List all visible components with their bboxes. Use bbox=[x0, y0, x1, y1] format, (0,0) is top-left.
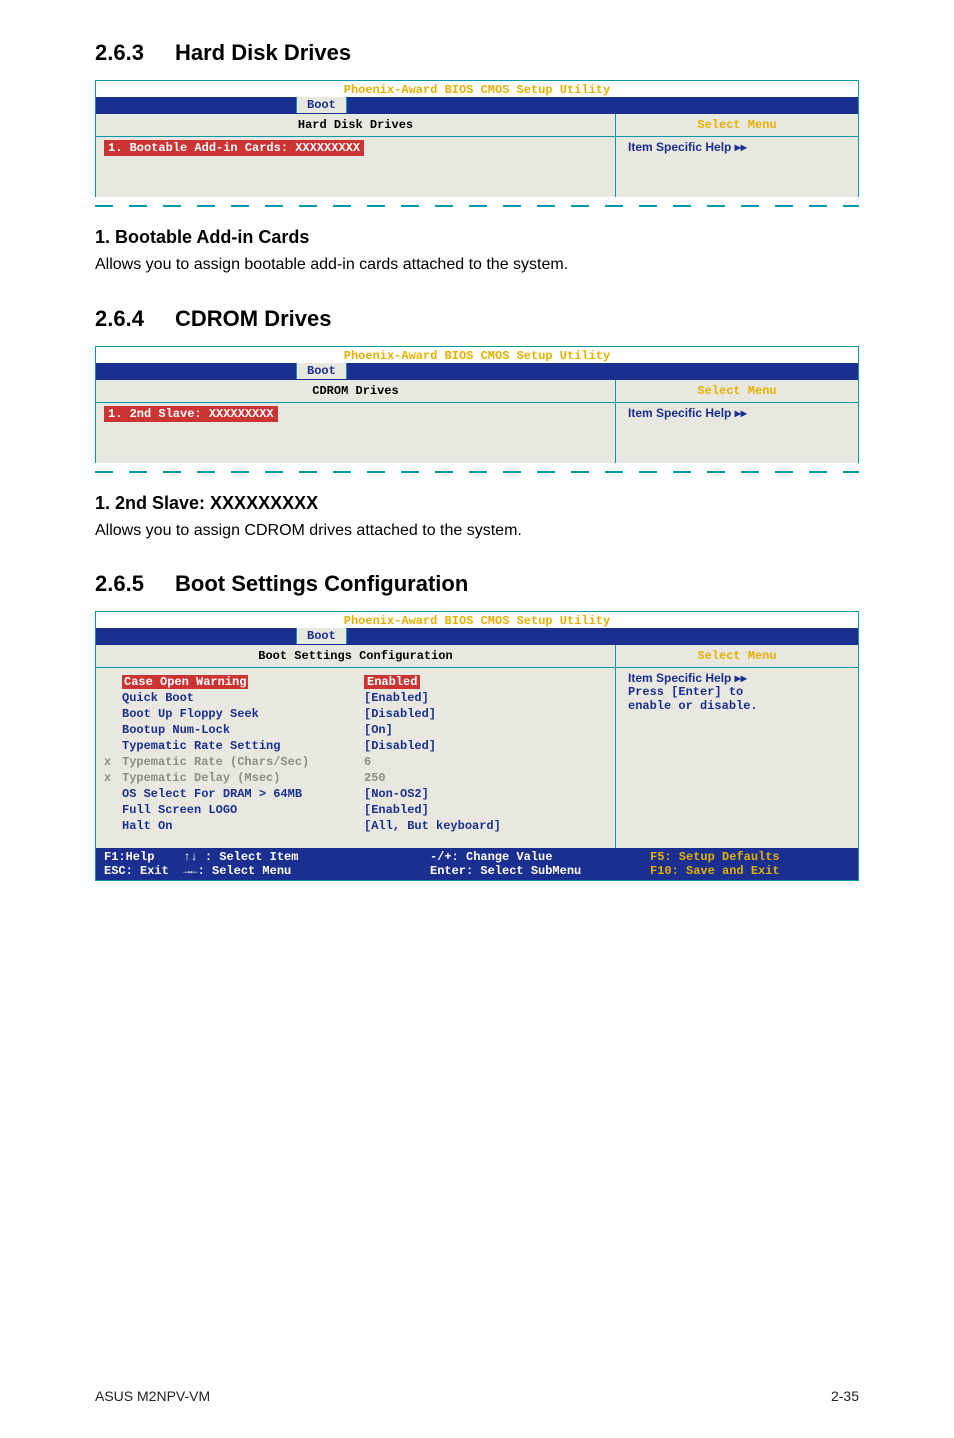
key-enter: Enter: Select SubMenu bbox=[430, 864, 650, 878]
panel-heading-right: Select Menu bbox=[616, 114, 858, 137]
bios-util-title: Phoenix-Award BIOS CMOS Setup Utility bbox=[96, 347, 858, 363]
body-paragraph: Allows you to assign bootable add-in car… bbox=[95, 254, 859, 276]
help-text-line1: Press [Enter] to bbox=[628, 685, 850, 699]
footer-right: 2-35 bbox=[831, 1388, 859, 1404]
panel-right: Item Specific Help ▸▸ bbox=[616, 137, 858, 197]
bios-panel-bootcfg: Phoenix-Award BIOS CMOS Setup Utility Bo… bbox=[95, 611, 859, 881]
bios-panel-cdrom: Phoenix-Award BIOS CMOS Setup Utility Bo… bbox=[95, 346, 859, 463]
selected-item[interactable]: 1. 2nd Slave: XXXXXXXXX bbox=[104, 406, 278, 422]
key-leftright: →←: Select Menu bbox=[183, 864, 291, 878]
bios-tab-row: Boot bbox=[96, 363, 858, 380]
section-heading-265: 2.6.5Boot Settings Configuration bbox=[95, 571, 859, 597]
setting-row[interactable]: Bootup Num-Lock[On] bbox=[104, 722, 607, 738]
setting-value: 250 bbox=[364, 771, 386, 785]
setting-label: Quick Boot bbox=[104, 691, 364, 705]
item-help-label: Item Specific Help ▸▸ bbox=[628, 140, 747, 154]
row-marker: x bbox=[104, 771, 122, 785]
page-footer: ASUS M2NPV-VM 2-35 bbox=[95, 1388, 859, 1404]
setting-label: Case Open Warning bbox=[104, 675, 364, 689]
key-esc: ESC: Exit bbox=[104, 864, 169, 878]
bios-tab-row: Boot bbox=[96, 628, 858, 645]
setting-row[interactable]: Case Open Warning Enabled bbox=[104, 674, 607, 690]
setting-row[interactable]: Quick Boot[Enabled] bbox=[104, 690, 607, 706]
panel-heading-left: Boot Settings Configuration bbox=[96, 645, 616, 668]
panel-left: 1. Bootable Add-in Cards: XXXXXXXXX bbox=[96, 137, 616, 197]
torn-edge-decoration bbox=[95, 205, 859, 215]
setting-value: [Disabled] bbox=[364, 739, 436, 753]
panel-heading-right: Select Menu bbox=[616, 380, 858, 403]
setting-value: [Enabled] bbox=[364, 691, 429, 705]
subsection-heading: 1. Bootable Add-in Cards bbox=[95, 227, 859, 248]
help-text-line2: enable or disable. bbox=[628, 699, 850, 713]
setting-value: [Non-OS2] bbox=[364, 787, 429, 801]
key-f10: F10: Save and Exit bbox=[650, 864, 850, 878]
section-number: 2.6.3 bbox=[95, 40, 175, 66]
setting-label: Full Screen LOGO bbox=[104, 803, 364, 817]
key-updown: ↑↓ : Select Item bbox=[183, 850, 298, 864]
panel-left: 1. 2nd Slave: XXXXXXXXX bbox=[96, 403, 616, 463]
setting-value: [All, But keyboard] bbox=[364, 819, 501, 833]
footer-col-mid: -/+: Change Value Enter: Select SubMenu bbox=[430, 850, 650, 878]
setting-row[interactable]: Full Screen LOGO[Enabled] bbox=[104, 802, 607, 818]
panel-heading-right: Select Menu bbox=[616, 645, 858, 668]
bios-util-title: Phoenix-Award BIOS CMOS Setup Utility bbox=[96, 81, 858, 97]
setting-value: [On] bbox=[364, 723, 393, 737]
boot-tab[interactable]: Boot bbox=[296, 363, 347, 379]
section-title: Boot Settings Configuration bbox=[175, 571, 468, 596]
setting-label: Typematic Rate Setting bbox=[104, 739, 364, 753]
key-f1: F1:Help bbox=[104, 850, 154, 864]
setting-label: xTypematic Delay (Msec) bbox=[104, 771, 364, 785]
setting-label: Halt On bbox=[104, 819, 364, 833]
setting-value: Enabled bbox=[364, 675, 420, 689]
panel-heading-left: CDROM Drives bbox=[96, 380, 616, 403]
key-change-value: -/+: Change Value bbox=[430, 850, 650, 864]
setting-row[interactable]: Halt On[All, But keyboard] bbox=[104, 818, 607, 834]
setting-row[interactable]: xTypematic Rate (Chars/Sec)6 bbox=[104, 754, 607, 770]
torn-edge-decoration bbox=[95, 471, 859, 481]
setting-value: 6 bbox=[364, 755, 371, 769]
setting-label: xTypematic Rate (Chars/Sec) bbox=[104, 755, 364, 769]
section-heading-263: 2.6.3Hard Disk Drives bbox=[95, 40, 859, 66]
section-number: 2.6.5 bbox=[95, 571, 175, 597]
section-title: CDROM Drives bbox=[175, 306, 331, 331]
setting-row[interactable]: Typematic Rate Setting[Disabled] bbox=[104, 738, 607, 754]
setting-label: OS Select For DRAM > 64MB bbox=[104, 787, 364, 801]
bios-footer: F1:Help ↑↓ : Select Item ESC: Exit →←: S… bbox=[96, 848, 858, 880]
panel-right: Item Specific Help ▸▸ bbox=[616, 403, 858, 463]
key-f5: F5: Setup Defaults bbox=[650, 850, 850, 864]
selected-item[interactable]: 1. Bootable Add-in Cards: XXXXXXXXX bbox=[104, 140, 364, 156]
footer-left: ASUS M2NPV-VM bbox=[95, 1388, 210, 1404]
setting-value: [Disabled] bbox=[364, 707, 436, 721]
setting-row[interactable]: xTypematic Delay (Msec)250 bbox=[104, 770, 607, 786]
setting-row[interactable]: Boot Up Floppy Seek[Disabled] bbox=[104, 706, 607, 722]
panel-right: Item Specific Help ▸▸ Press [Enter] to e… bbox=[616, 668, 858, 848]
section-title: Hard Disk Drives bbox=[175, 40, 351, 65]
setting-label: Bootup Num-Lock bbox=[104, 723, 364, 737]
bios-panel-hdd: Phoenix-Award BIOS CMOS Setup Utility Bo… bbox=[95, 80, 859, 197]
footer-col-right: F5: Setup Defaults F10: Save and Exit bbox=[650, 850, 850, 878]
footer-col-left: F1:Help ↑↓ : Select Item ESC: Exit →←: S… bbox=[104, 850, 430, 878]
boot-tab[interactable]: Boot bbox=[296, 628, 347, 644]
setting-label: Boot Up Floppy Seek bbox=[104, 707, 364, 721]
boot-tab[interactable]: Boot bbox=[296, 97, 347, 113]
row-marker: x bbox=[104, 755, 122, 769]
item-help-label: Item Specific Help ▸▸ bbox=[628, 671, 850, 685]
setting-value: [Enabled] bbox=[364, 803, 429, 817]
section-heading-264: 2.6.4CDROM Drives bbox=[95, 306, 859, 332]
bios-tab-row: Boot bbox=[96, 97, 858, 114]
settings-list: Case Open Warning Enabled Quick Boot[Ena… bbox=[96, 668, 616, 848]
section-number: 2.6.4 bbox=[95, 306, 175, 332]
body-paragraph: Allows you to assign CDROM drives attach… bbox=[95, 520, 859, 542]
setting-row[interactable]: OS Select For DRAM > 64MB[Non-OS2] bbox=[104, 786, 607, 802]
item-help-label: Item Specific Help ▸▸ bbox=[628, 406, 747, 420]
subsection-heading: 1. 2nd Slave: XXXXXXXXX bbox=[95, 493, 859, 514]
bios-util-title: Phoenix-Award BIOS CMOS Setup Utility bbox=[96, 612, 858, 628]
panel-heading-left: Hard Disk Drives bbox=[96, 114, 616, 137]
